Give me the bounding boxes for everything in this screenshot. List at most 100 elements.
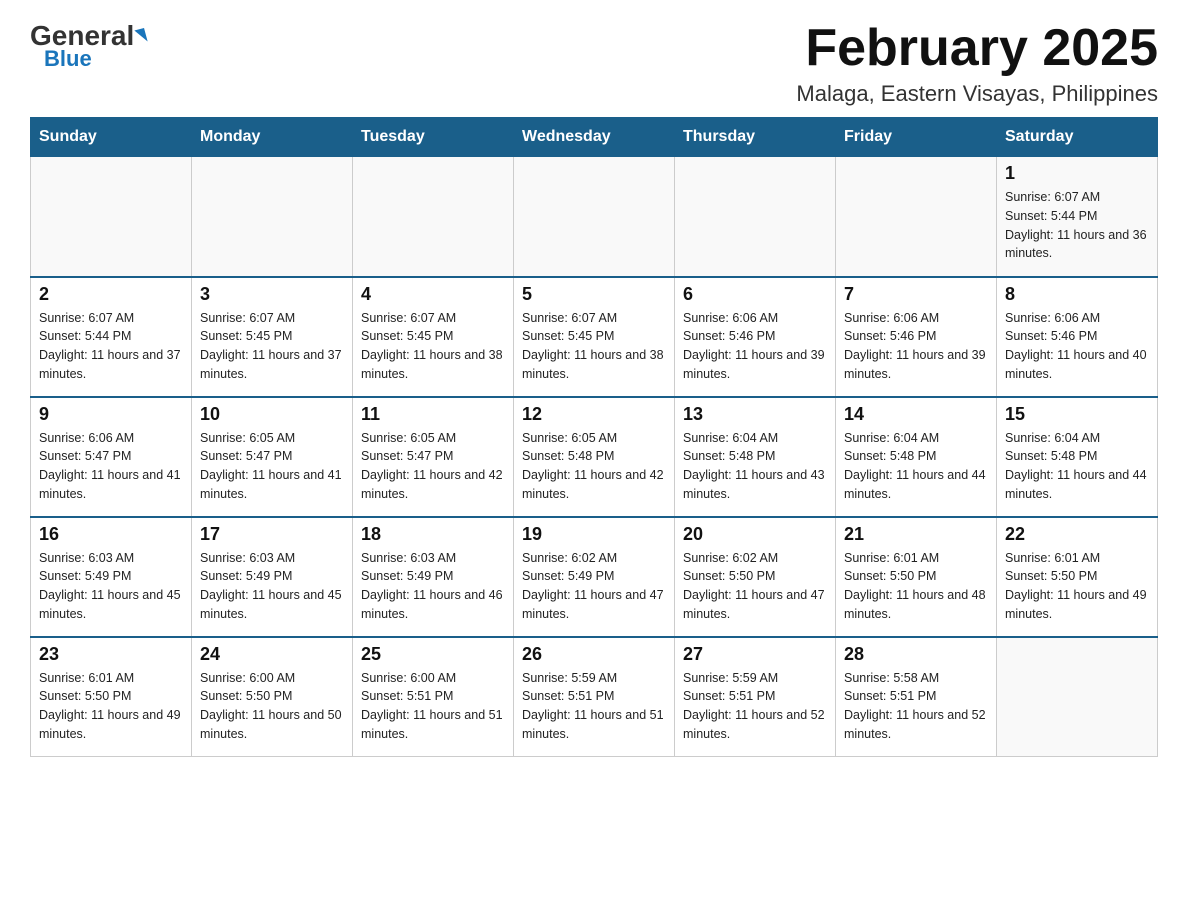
day-info: Sunrise: 6:07 AMSunset: 5:45 PMDaylight:… <box>522 309 666 384</box>
logo-triangle-icon <box>135 28 148 44</box>
day-number: 18 <box>361 524 505 545</box>
page-subtitle: Malaga, Eastern Visayas, Philippines <box>796 81 1158 107</box>
calendar-cell <box>514 157 675 277</box>
title-block: February 2025 Malaga, Eastern Visayas, P… <box>796 20 1158 107</box>
day-number: 24 <box>200 644 344 665</box>
day-number: 20 <box>683 524 827 545</box>
day-info: Sunrise: 6:01 AMSunset: 5:50 PMDaylight:… <box>844 549 988 624</box>
calendar-cell <box>675 157 836 277</box>
day-info: Sunrise: 6:06 AMSunset: 5:46 PMDaylight:… <box>844 309 988 384</box>
week-row-1: 1 Sunrise: 6:07 AMSunset: 5:44 PMDaylight… <box>31 157 1158 277</box>
calendar-header: SundayMondayTuesdayWednesdayThursdayFrid… <box>31 118 1158 157</box>
day-header-friday: Friday <box>836 118 997 157</box>
day-number: 26 <box>522 644 666 665</box>
day-number: 21 <box>844 524 988 545</box>
day-number: 1 <box>1005 163 1149 184</box>
calendar-cell <box>31 157 192 277</box>
day-info: Sunrise: 6:04 AMSunset: 5:48 PMDaylight:… <box>683 429 827 504</box>
calendar-cell <box>192 157 353 277</box>
calendar-cell: 28 Sunrise: 5:58 AMSunset: 5:51 PMDayligh… <box>836 637 997 757</box>
day-number: 13 <box>683 404 827 425</box>
day-info: Sunrise: 6:06 AMSunset: 5:46 PMDaylight:… <box>683 309 827 384</box>
day-header-saturday: Saturday <box>997 118 1158 157</box>
day-info: Sunrise: 6:00 AMSunset: 5:51 PMDaylight:… <box>361 669 505 744</box>
calendar-cell: 7 Sunrise: 6:06 AMSunset: 5:46 PMDaylight… <box>836 277 997 397</box>
day-header-tuesday: Tuesday <box>353 118 514 157</box>
calendar-cell: 18 Sunrise: 6:03 AMSunset: 5:49 PMDayligh… <box>353 517 514 637</box>
calendar-cell: 26 Sunrise: 5:59 AMSunset: 5:51 PMDayligh… <box>514 637 675 757</box>
calendar-cell: 13 Sunrise: 6:04 AMSunset: 5:48 PMDayligh… <box>675 397 836 517</box>
day-number: 7 <box>844 284 988 305</box>
day-info: Sunrise: 5:58 AMSunset: 5:51 PMDaylight:… <box>844 669 988 744</box>
day-info: Sunrise: 6:02 AMSunset: 5:50 PMDaylight:… <box>683 549 827 624</box>
day-info: Sunrise: 6:07 AMSunset: 5:45 PMDaylight:… <box>361 309 505 384</box>
calendar-cell: 14 Sunrise: 6:04 AMSunset: 5:48 PMDayligh… <box>836 397 997 517</box>
calendar-body: 1 Sunrise: 6:07 AMSunset: 5:44 PMDaylight… <box>31 157 1158 757</box>
day-info: Sunrise: 6:07 AMSunset: 5:44 PMDaylight:… <box>1005 188 1149 263</box>
day-number: 16 <box>39 524 183 545</box>
day-info: Sunrise: 5:59 AMSunset: 5:51 PMDaylight:… <box>683 669 827 744</box>
day-number: 14 <box>844 404 988 425</box>
calendar-cell: 9 Sunrise: 6:06 AMSunset: 5:47 PMDaylight… <box>31 397 192 517</box>
calendar-cell <box>353 157 514 277</box>
day-info: Sunrise: 6:01 AMSunset: 5:50 PMDaylight:… <box>1005 549 1149 624</box>
day-number: 8 <box>1005 284 1149 305</box>
day-number: 5 <box>522 284 666 305</box>
calendar-cell: 8 Sunrise: 6:06 AMSunset: 5:46 PMDaylight… <box>997 277 1158 397</box>
day-info: Sunrise: 6:05 AMSunset: 5:48 PMDaylight:… <box>522 429 666 504</box>
week-row-3: 9 Sunrise: 6:06 AMSunset: 5:47 PMDaylight… <box>31 397 1158 517</box>
calendar-cell: 23 Sunrise: 6:01 AMSunset: 5:50 PMDayligh… <box>31 637 192 757</box>
day-info: Sunrise: 5:59 AMSunset: 5:51 PMDaylight:… <box>522 669 666 744</box>
calendar-cell: 5 Sunrise: 6:07 AMSunset: 5:45 PMDaylight… <box>514 277 675 397</box>
day-number: 3 <box>200 284 344 305</box>
day-number: 19 <box>522 524 666 545</box>
calendar-cell: 24 Sunrise: 6:00 AMSunset: 5:50 PMDayligh… <box>192 637 353 757</box>
day-number: 6 <box>683 284 827 305</box>
day-number: 28 <box>844 644 988 665</box>
day-number: 23 <box>39 644 183 665</box>
day-info: Sunrise: 6:06 AMSunset: 5:46 PMDaylight:… <box>1005 309 1149 384</box>
day-info: Sunrise: 6:04 AMSunset: 5:48 PMDaylight:… <box>844 429 988 504</box>
calendar-cell: 10 Sunrise: 6:05 AMSunset: 5:47 PMDayligh… <box>192 397 353 517</box>
day-info: Sunrise: 6:05 AMSunset: 5:47 PMDaylight:… <box>200 429 344 504</box>
calendar-cell: 19 Sunrise: 6:02 AMSunset: 5:49 PMDayligh… <box>514 517 675 637</box>
week-row-5: 23 Sunrise: 6:01 AMSunset: 5:50 PMDayligh… <box>31 637 1158 757</box>
week-row-2: 2Sunrise: 6:07 AMSunset: 5:44 PMDaylight… <box>31 277 1158 397</box>
day-info: Sunrise: 6:00 AMSunset: 5:50 PMDaylight:… <box>200 669 344 744</box>
day-info: Sunrise: 6:03 AMSunset: 5:49 PMDaylight:… <box>39 549 183 624</box>
day-info: Sunrise: 6:01 AMSunset: 5:50 PMDaylight:… <box>39 669 183 744</box>
calendar-cell: 11Sunrise: 6:05 AMSunset: 5:47 PMDayligh… <box>353 397 514 517</box>
day-number: 25 <box>361 644 505 665</box>
calendar-cell: 27 Sunrise: 5:59 AMSunset: 5:51 PMDayligh… <box>675 637 836 757</box>
day-header-thursday: Thursday <box>675 118 836 157</box>
day-number: 27 <box>683 644 827 665</box>
day-info: Sunrise: 6:07 AMSunset: 5:45 PMDaylight:… <box>200 309 344 384</box>
day-info: Sunrise: 6:04 AMSunset: 5:48 PMDaylight:… <box>1005 429 1149 504</box>
day-info: Sunrise: 6:06 AMSunset: 5:47 PMDaylight:… <box>39 429 183 504</box>
calendar-table: SundayMondayTuesdayWednesdayThursdayFrid… <box>30 117 1158 757</box>
week-row-4: 16 Sunrise: 6:03 AMSunset: 5:49 PMDayligh… <box>31 517 1158 637</box>
day-header-wednesday: Wednesday <box>514 118 675 157</box>
day-number: 2 <box>39 284 183 305</box>
day-info: Sunrise: 6:02 AMSunset: 5:49 PMDaylight:… <box>522 549 666 624</box>
day-number: 9 <box>39 404 183 425</box>
day-number: 4 <box>361 284 505 305</box>
calendar-cell: 15 Sunrise: 6:04 AMSunset: 5:48 PMDayligh… <box>997 397 1158 517</box>
page-header: General Blue February 2025 Malaga, Easte… <box>30 20 1158 107</box>
day-number: 11 <box>361 404 505 425</box>
calendar-cell: 20 Sunrise: 6:02 AMSunset: 5:50 PMDayligh… <box>675 517 836 637</box>
logo-blue-text: Blue <box>44 46 92 72</box>
calendar-cell <box>997 637 1158 757</box>
day-number: 15 <box>1005 404 1149 425</box>
calendar-cell: 12Sunrise: 6:05 AMSunset: 5:48 PMDayligh… <box>514 397 675 517</box>
day-number: 10 <box>200 404 344 425</box>
page-title: February 2025 <box>796 20 1158 77</box>
day-header-monday: Monday <box>192 118 353 157</box>
calendar-cell <box>836 157 997 277</box>
day-info: Sunrise: 6:03 AMSunset: 5:49 PMDaylight:… <box>361 549 505 624</box>
calendar-cell: 1 Sunrise: 6:07 AMSunset: 5:44 PMDaylight… <box>997 157 1158 277</box>
calendar-cell: 17Sunrise: 6:03 AMSunset: 5:49 PMDayligh… <box>192 517 353 637</box>
calendar-cell: 25 Sunrise: 6:00 AMSunset: 5:51 PMDayligh… <box>353 637 514 757</box>
calendar-cell: 6 Sunrise: 6:06 AMSunset: 5:46 PMDaylight… <box>675 277 836 397</box>
day-info: Sunrise: 6:03 AMSunset: 5:49 PMDaylight:… <box>200 549 344 624</box>
